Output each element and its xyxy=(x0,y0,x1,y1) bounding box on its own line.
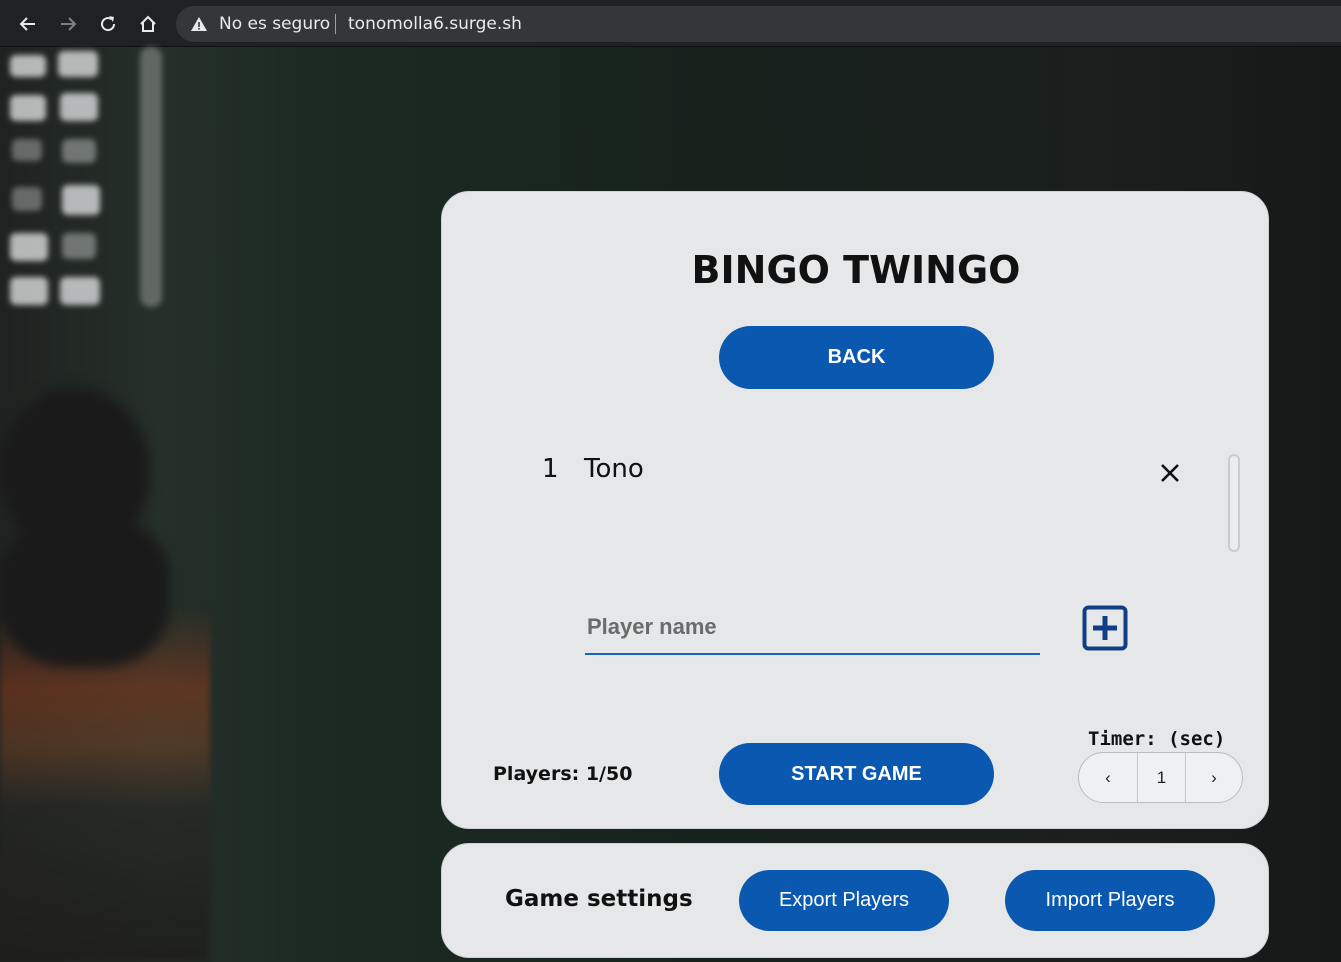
address-bar[interactable]: No es seguro tonomolla6.surge.sh xyxy=(176,6,1341,42)
player-number: 1 xyxy=(542,454,559,484)
forward-arrow-icon[interactable] xyxy=(54,10,82,38)
game-settings-card: Game settings Export Players Import Play… xyxy=(441,843,1269,958)
background-shape xyxy=(60,277,100,305)
background-shape xyxy=(62,139,96,163)
close-icon[interactable] xyxy=(1159,462,1181,484)
home-icon[interactable] xyxy=(134,10,162,38)
background-shape xyxy=(58,51,98,77)
background-shape xyxy=(60,93,98,121)
player-name: Tono xyxy=(584,454,644,484)
player-list-scrollbar[interactable] xyxy=(1228,454,1240,552)
export-players-button[interactable]: Export Players xyxy=(739,870,949,931)
background-shape xyxy=(10,55,46,77)
timer-decrement-button[interactable]: ‹ xyxy=(1079,753,1138,802)
url-text[interactable]: tonomolla6.surge.sh xyxy=(348,14,522,34)
back-arrow-icon[interactable] xyxy=(14,10,42,38)
warning-icon xyxy=(191,17,207,31)
background-shape xyxy=(12,187,42,211)
reload-icon[interactable] xyxy=(94,10,122,38)
background-shape xyxy=(10,95,46,121)
background-shape xyxy=(12,139,42,161)
timer-stepper: ‹ 1 › xyxy=(1078,752,1243,803)
security-status[interactable]: No es seguro xyxy=(219,14,330,34)
page-title: BINGO TWINGO xyxy=(691,248,1021,292)
lobby-card: BINGO TWINGO BACK 1 Tono Players: 1/50 S… xyxy=(441,191,1269,829)
background-shape xyxy=(140,47,162,307)
background-figure xyxy=(0,517,170,667)
browser-toolbar: No es seguro tonomolla6.surge.sh xyxy=(0,0,1341,47)
back-button[interactable]: BACK xyxy=(719,326,994,389)
timer-value[interactable]: 1 xyxy=(1138,753,1186,802)
start-game-button[interactable]: START GAME xyxy=(719,743,994,805)
player-name-input[interactable] xyxy=(585,600,1040,655)
url-divider xyxy=(335,14,336,34)
players-count: Players: 1/50 xyxy=(493,763,633,785)
background-shape xyxy=(10,233,48,261)
import-players-button[interactable]: Import Players xyxy=(1005,870,1215,931)
timer-increment-button[interactable]: › xyxy=(1186,753,1242,802)
background-shape xyxy=(62,233,96,259)
add-player-icon[interactable] xyxy=(1082,605,1128,651)
background-shape xyxy=(10,277,48,305)
player-list-item: 1 Tono xyxy=(542,454,1192,494)
timer-label: Timer: (sec) xyxy=(1088,728,1226,750)
background-shape xyxy=(62,185,100,215)
game-settings-label: Game settings xyxy=(505,886,693,912)
